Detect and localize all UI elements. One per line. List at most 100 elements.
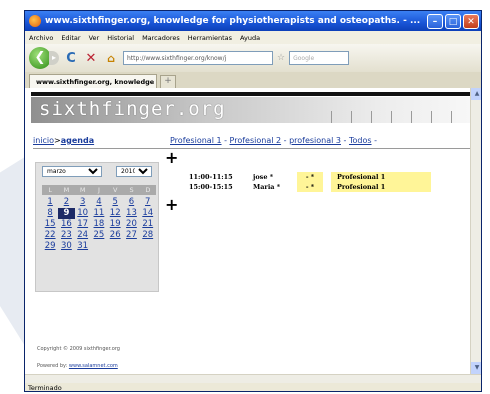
breadcrumb-inicio-link[interactable]: inicio bbox=[33, 136, 54, 145]
forward-dropdown-button[interactable]: ▸ bbox=[49, 51, 59, 65]
professional-filter-links: Profesional 1 - Profesional 2 - profesio… bbox=[170, 136, 377, 145]
title-bar[interactable]: www.sixthfinger.org, knowledge for physi… bbox=[25, 11, 481, 31]
calendar-day[interactable]: 3 bbox=[75, 197, 91, 208]
calendar-day-today[interactable]: 9 bbox=[58, 208, 75, 219]
calendar-day[interactable]: 21 bbox=[140, 219, 156, 230]
calendar-day[interactable]: 5 bbox=[107, 197, 123, 208]
menu-ver[interactable]: Ver bbox=[89, 34, 100, 42]
month-select[interactable]: marzo bbox=[42, 166, 102, 177]
appointment-time: 15:00-15:15 bbox=[189, 183, 233, 191]
todos-link[interactable]: Todos bbox=[349, 136, 372, 145]
calendar-day[interactable]: 12 bbox=[107, 208, 123, 219]
menu-marcadores[interactable]: Marcadores bbox=[142, 34, 180, 42]
logo-ruler-mark bbox=[411, 111, 412, 123]
calendar-day[interactable]: 7 bbox=[140, 197, 156, 208]
stop-button[interactable]: ✕ bbox=[83, 51, 99, 66]
maximize-button[interactable]: □ bbox=[445, 13, 461, 29]
calendar-day[interactable]: 26 bbox=[107, 230, 123, 241]
back-button[interactable]: ❮ bbox=[29, 47, 51, 69]
calendar-day[interactable]: 2 bbox=[58, 197, 74, 208]
breadcrumb-separator: > bbox=[54, 136, 61, 145]
close-button[interactable]: ✕ bbox=[463, 13, 479, 29]
weekday-label: D bbox=[145, 186, 151, 194]
new-tab-button[interactable]: + bbox=[160, 75, 176, 88]
calendar-day[interactable]: 31 bbox=[75, 241, 91, 252]
powered-by-label: Powered by: bbox=[37, 363, 69, 369]
calendar-day[interactable]: 23 bbox=[58, 230, 74, 241]
calendar-day[interactable]: 8 bbox=[42, 208, 58, 219]
menu-editar[interactable]: Editar bbox=[61, 34, 80, 42]
menu-herramientas[interactable]: Herramientas bbox=[188, 34, 232, 42]
weekday-label: S bbox=[129, 186, 134, 194]
calendar-day[interactable]: 29 bbox=[42, 241, 58, 252]
calendar-day[interactable]: 20 bbox=[123, 219, 139, 230]
logo-ruler-mark bbox=[391, 111, 392, 123]
calendar-widget: marzo 2010 L M M J V S D 1 2 3 4 5 6 7 8… bbox=[35, 162, 159, 292]
appointment-patient[interactable]: jose * bbox=[253, 172, 297, 182]
calendar-day[interactable]: 15 bbox=[42, 219, 58, 230]
appointment-row[interactable]: 15:00-15:15 Maria * - * Profesional 1 bbox=[189, 182, 431, 192]
calendar-week: 1 2 3 4 5 6 7 bbox=[42, 197, 156, 208]
weekday-label: L bbox=[48, 186, 52, 194]
menu-historial[interactable]: Historial bbox=[107, 34, 134, 42]
navigation-toolbar: ❮ ▸ C ✕ ⌂ http://www.sixthfinger.org/kno… bbox=[25, 44, 481, 72]
weekday-label: V bbox=[113, 186, 118, 194]
link-separator: - bbox=[221, 136, 230, 145]
calendar-day[interactable]: 10 bbox=[75, 208, 91, 219]
appointment-professional: Profesional 1 bbox=[331, 172, 431, 182]
profesional-3-link[interactable]: profesional 3 bbox=[289, 136, 341, 145]
tab-sixthfinger[interactable]: www.sixthfinger.org, knowledge for ... bbox=[29, 74, 157, 88]
calendar-day[interactable]: 1 bbox=[42, 197, 58, 208]
reload-button[interactable]: C bbox=[63, 51, 79, 66]
horizontal-scrollbar[interactable] bbox=[25, 374, 481, 383]
appointment-row[interactable]: 11:00-11:15 jose * - * Profesional 1 bbox=[189, 172, 431, 182]
menu-ayuda[interactable]: Ayuda bbox=[240, 34, 260, 42]
calendar-day[interactable]: 17 bbox=[75, 219, 91, 230]
calendar-day[interactable]: 28 bbox=[140, 230, 156, 241]
menu-bar: Archivo Editar Ver Historial Marcadores … bbox=[25, 31, 481, 44]
breadcrumb-agenda-link[interactable]: agenda bbox=[61, 136, 94, 145]
calendar-week: 8 9 10 11 12 13 14 bbox=[42, 208, 156, 219]
window-title: www.sixthfinger.org, knowledge for physi… bbox=[45, 16, 421, 26]
calendar-day[interactable]: 18 bbox=[91, 219, 107, 230]
appointment-patient[interactable]: Maria * bbox=[253, 182, 297, 192]
add-appointment-button-2[interactable]: + bbox=[165, 197, 178, 213]
calendar-day[interactable]: 30 bbox=[58, 241, 74, 252]
copyright-text: Copyright © 2009 sixthfinger.org bbox=[37, 346, 120, 352]
calendar-day[interactable]: 14 bbox=[140, 208, 156, 219]
calendar-day[interactable]: 19 bbox=[107, 219, 123, 230]
calendar-day[interactable]: 16 bbox=[58, 219, 74, 230]
search-input[interactable]: Google bbox=[289, 51, 350, 65]
vertical-scrollbar[interactable]: ▲ ▼ bbox=[470, 88, 481, 374]
nav-divider bbox=[33, 148, 470, 149]
calendar-day[interactable]: 27 bbox=[123, 230, 139, 241]
profesional-1-link[interactable]: Profesional 1 bbox=[170, 136, 222, 145]
calendar-day[interactable]: 13 bbox=[123, 208, 139, 219]
scroll-up-button[interactable]: ▲ bbox=[471, 88, 481, 100]
calendar-day[interactable]: 22 bbox=[42, 230, 58, 241]
calendar-day[interactable]: 24 bbox=[75, 230, 91, 241]
logo-ruler-mark bbox=[431, 111, 432, 123]
calendar-day[interactable]: 25 bbox=[91, 230, 107, 241]
appointment-star: * bbox=[310, 183, 315, 191]
calendar-week: 22 23 24 25 26 27 28 bbox=[42, 230, 156, 241]
breadcrumb: inicio>agenda bbox=[33, 136, 94, 145]
calendar-day[interactable]: 11 bbox=[91, 208, 107, 219]
powered-by-link[interactable]: www.salamnet.com bbox=[69, 363, 118, 369]
minimize-button[interactable]: – bbox=[427, 13, 443, 29]
home-button[interactable]: ⌂ bbox=[103, 52, 119, 65]
site-logo[interactable]: sixthfinger.org bbox=[31, 97, 470, 123]
address-bar[interactable]: http://www.sixthfinger.org/know/j bbox=[123, 51, 273, 65]
year-select[interactable]: 2010 bbox=[116, 166, 152, 177]
profesional-2-link[interactable]: Profesional 2 bbox=[230, 136, 282, 145]
logo-text: sixthfinger.org bbox=[39, 98, 226, 120]
calendar-week: 29 30 31 bbox=[42, 241, 156, 252]
menu-archivo[interactable]: Archivo bbox=[29, 34, 53, 42]
appointment-mark: - * bbox=[297, 182, 323, 192]
calendar-day[interactable]: 6 bbox=[123, 197, 139, 208]
bookmark-star-icon[interactable]: ☆ bbox=[277, 53, 285, 63]
scroll-down-button[interactable]: ▼ bbox=[471, 362, 481, 374]
calendar-day[interactable]: 4 bbox=[91, 197, 107, 208]
tab-bar: www.sixthfinger.org, knowledge for ... + bbox=[25, 72, 481, 88]
add-appointment-button[interactable]: + bbox=[165, 150, 178, 166]
